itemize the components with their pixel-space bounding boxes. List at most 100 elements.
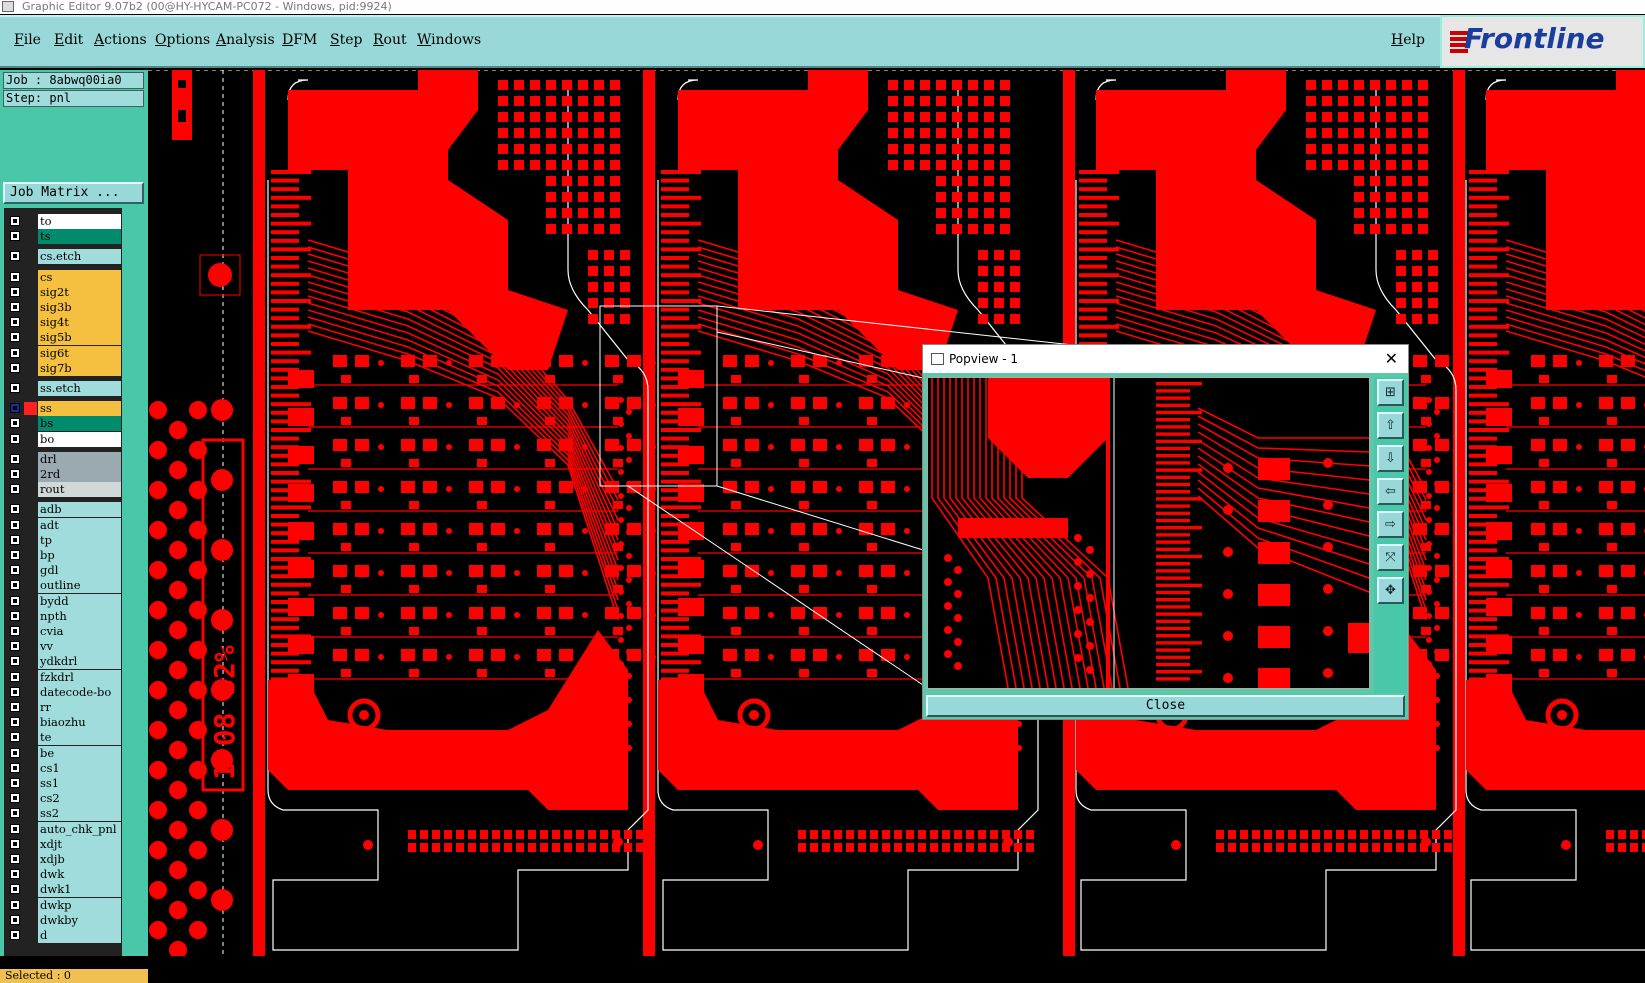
layer-row-ts[interactable]: ts [4,229,122,244]
layer-row-to[interactable]: to [4,214,122,229]
layer-name[interactable]: ss.etch [38,381,121,396]
layer-checkbox[interactable] [10,535,20,545]
layer-name[interactable]: biaozhu [38,715,121,730]
layer-row-rr[interactable]: rr [4,700,122,715]
popview-viewport[interactable] [927,377,1370,689]
layer-name[interactable]: vv [38,639,121,654]
layer-checkbox[interactable] [10,363,20,373]
layer-row-sig7b[interactable]: sig7b [4,361,122,376]
layer-checkbox[interactable] [10,778,20,788]
pan-down-icon[interactable]: ⇩ [1377,445,1404,472]
layer-row-2rd[interactable]: 2rd [4,467,122,482]
layer-checkbox[interactable] [10,484,20,494]
layer-row-ss1[interactable]: ss1 [4,776,122,791]
layer-checkbox[interactable] [10,317,20,327]
layer-row-auto-chk-pnl[interactable]: auto_chk_pnl [4,822,122,837]
layer-checkbox[interactable] [10,626,20,636]
layer-name[interactable]: cs1 [38,761,121,776]
popview-close-button[interactable]: Close [926,695,1405,717]
layer-checkbox[interactable] [10,641,20,651]
layer-row-bs[interactable]: bs [4,416,122,431]
layer-row-bp[interactable]: bp [4,548,122,563]
menu-windows[interactable]: Windows [417,32,481,48]
layer-name[interactable]: sig3b [38,300,121,315]
layer-row-tp[interactable]: tp [4,533,122,548]
layer-row-dwk1[interactable]: dwk1 [4,882,122,897]
layer-name[interactable]: sig2t [38,285,121,300]
layer-checkbox[interactable] [10,231,20,241]
layer-checkbox[interactable] [10,504,20,514]
layer-checkbox[interactable] [10,732,20,742]
layer-checkbox[interactable] [10,383,20,393]
layer-name[interactable]: sig7b [38,361,121,376]
pan-right-icon[interactable]: ⇨ [1377,511,1404,538]
layer-name[interactable]: te [38,730,121,745]
pan-left-icon[interactable]: ⇦ [1377,478,1404,505]
layer-row-cs1[interactable]: cs1 [4,761,122,776]
layer-row-xdjt[interactable]: xdjt [4,837,122,852]
layer-name[interactable]: xdjt [38,837,121,852]
layer-checkbox[interactable] [10,302,20,312]
layer-row-d[interactable]: d [4,928,122,943]
layer-name[interactable]: drl [38,452,121,467]
layer-checkbox[interactable] [10,251,20,261]
layer-name[interactable]: datecode-bo [38,685,121,700]
layer-checkbox[interactable] [10,580,20,590]
layer-row-bo[interactable]: bo [4,432,122,447]
layer-name[interactable]: dwk [38,867,121,882]
layer-row-vv[interactable]: vv [4,639,122,654]
layer-row-rout[interactable]: rout [4,482,122,497]
layer-name[interactable]: sig6t [38,346,121,361]
layer-checkbox[interactable] [10,287,20,297]
layer-checkbox[interactable] [10,854,20,864]
menu-dfm[interactable]: DFM [282,32,317,48]
graphic-canvas[interactable]: 1'08 32% [148,70,1645,956]
layer-name[interactable]: cs2 [38,791,121,806]
layer-checkbox[interactable] [10,687,20,697]
layer-checkbox[interactable] [10,656,20,666]
layer-name[interactable]: bydd [38,594,121,609]
layer-row-npth[interactable]: npth [4,609,122,624]
menu-file[interactable]: File [14,32,41,48]
menu-options[interactable]: Options [155,32,210,48]
menu-rout[interactable]: Rout [373,32,407,48]
layer-name[interactable]: d [38,928,121,943]
layer-name[interactable]: cvia [38,624,121,639]
layer-row-datecode-bo[interactable]: datecode-bo [4,685,122,700]
layer-checkbox[interactable] [10,418,20,428]
layer-name[interactable]: dwk1 [38,882,121,897]
layer-row-be[interactable]: be [4,746,122,761]
layer-name[interactable]: cs.etch [38,249,121,264]
layer-row-cs2[interactable]: cs2 [4,791,122,806]
layer-row-ss[interactable]: ss [4,401,122,416]
layer-name[interactable]: to [38,214,121,229]
layer-row-biaozhu[interactable]: biaozhu [4,715,122,730]
layer-checkbox[interactable] [10,793,20,803]
layer-name[interactable]: auto_chk_pnl [38,822,121,837]
layer-row-ss-etch[interactable]: ss.etch [4,381,122,396]
layer-name[interactable]: gdl [38,563,121,578]
layer-row-te[interactable]: te [4,730,122,745]
layer-row-fzkdrl[interactable]: fzkdrl [4,670,122,685]
layer-name[interactable]: outline [38,578,121,593]
layer-row-sig2t[interactable]: sig2t [4,285,122,300]
layer-checkbox[interactable] [10,216,20,226]
layer-row-sig5b[interactable]: sig5b [4,330,122,345]
layer-checkbox[interactable] [10,520,20,530]
layer-checkbox[interactable] [10,596,20,606]
layer-row-ydkdrl[interactable]: ydkdrl [4,654,122,669]
layer-name[interactable]: xdjb [38,852,121,867]
layer-row-ss2[interactable]: ss2 [4,806,122,821]
menu-actions[interactable]: Actions [94,32,147,48]
layer-checkbox[interactable] [10,869,20,879]
layer-checkbox[interactable] [10,900,20,910]
layer-checkbox[interactable] [10,702,20,712]
layer-name[interactable]: adb [38,502,121,517]
layer-name[interactable]: bo [38,432,121,447]
layer-name[interactable]: 2rd [38,467,121,482]
layer-name[interactable]: npth [38,609,121,624]
layer-row-xdjb[interactable]: xdjb [4,852,122,867]
layer-name[interactable]: cs [38,270,121,285]
layer-row-sig4t[interactable]: sig4t [4,315,122,330]
zoom-box-icon[interactable]: ⊞ [1377,379,1404,406]
